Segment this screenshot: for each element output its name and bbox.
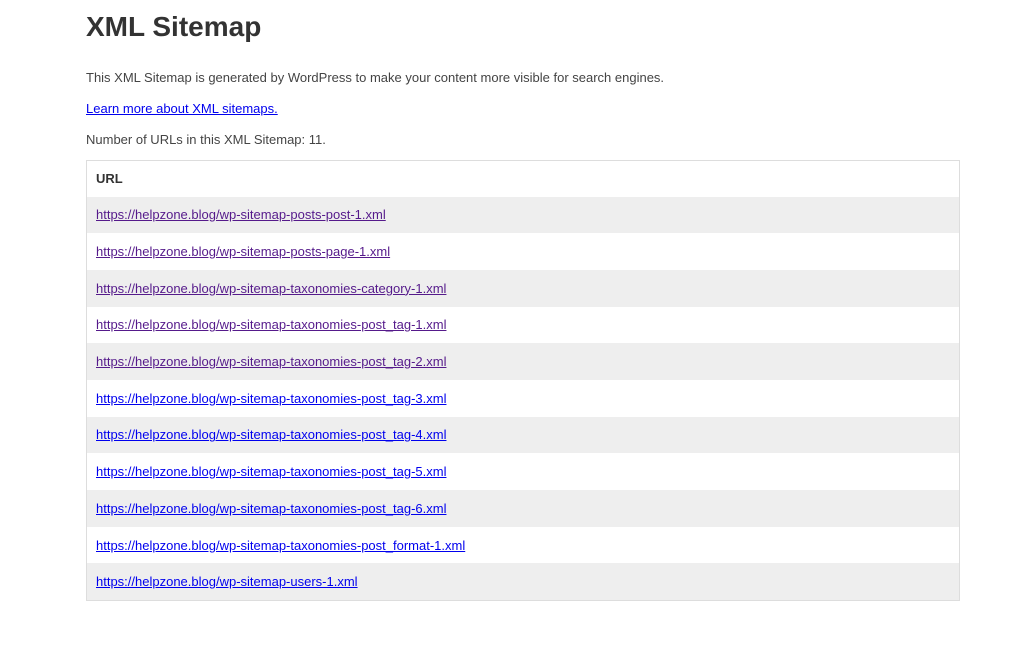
url-cell: https://helpzone.blog/wp-sitemap-users-1… [87,563,960,600]
url-cell: https://helpzone.blog/wp-sitemap-taxonom… [87,417,960,454]
url-cell: https://helpzone.blog/wp-sitemap-taxonom… [87,527,960,564]
sitemap-url-link[interactable]: https://helpzone.blog/wp-sitemap-taxonom… [96,281,446,296]
table-row: https://helpzone.blog/wp-sitemap-taxonom… [86,526,960,564]
table-head: URL [87,161,960,197]
sitemap-url-link[interactable]: https://helpzone.blog/wp-sitemap-taxonom… [96,354,446,369]
url-cell: https://helpzone.blog/wp-sitemap-taxonom… [87,343,960,380]
table-row: https://helpzone.blog/wp-sitemap-taxonom… [86,379,960,417]
table-row: https://helpzone.blog/wp-sitemap-taxonom… [86,269,960,307]
url-column-header: URL [96,171,123,187]
sitemap-url-link[interactable]: https://helpzone.blog/wp-sitemap-users-1… [96,574,358,589]
table-row: https://helpzone.blog/wp-sitemap-taxonom… [86,490,960,527]
table-row: https://helpzone.blog/wp-sitemap-taxonom… [86,453,960,490]
sitemap-url-link[interactable]: https://helpzone.blog/wp-sitemap-taxonom… [96,501,446,516]
url-cell: https://helpzone.blog/wp-sitemap-posts-p… [87,233,960,270]
table-row: https://helpzone.blog/wp-sitemap-taxonom… [86,416,960,454]
table-row: https://helpzone.blog/wp-sitemap-taxonom… [86,343,960,380]
url-cell: https://helpzone.blog/wp-sitemap-posts-p… [87,197,960,234]
sitemap-url-link[interactable]: https://helpzone.blog/wp-sitemap-taxonom… [96,538,465,553]
learn-more-link[interactable]: Learn more about XML sitemaps. [86,101,278,116]
table-row: https://helpzone.blog/wp-sitemap-posts-p… [86,196,960,234]
url-cell: https://helpzone.blog/wp-sitemap-taxonom… [87,380,960,417]
table-body: https://helpzone.blog/wp-sitemap-posts-p… [86,196,960,601]
url-cell: https://helpzone.blog/wp-sitemap-taxonom… [87,490,960,527]
table-row: https://helpzone.blog/wp-sitemap-taxonom… [86,306,960,344]
url-count-text: Number of URLs in this XML Sitemap: 11. [86,132,326,147]
table-header-row: URL [87,161,960,197]
sitemap-container: XML Sitemap This XML Sitemap is generate… [86,0,960,601]
sitemap-url-link[interactable]: https://helpzone.blog/wp-sitemap-taxonom… [96,317,446,332]
table-row: https://helpzone.blog/wp-sitemap-users-1… [86,563,960,601]
sitemap-url-link[interactable]: https://helpzone.blog/wp-sitemap-taxonom… [96,464,446,479]
sitemap-url-link[interactable]: https://helpzone.blog/wp-sitemap-taxonom… [96,427,446,442]
page-title: XML Sitemap [86,11,262,42]
sitemap-table: URL https://helpzone.blog/wp-sitemap-pos… [86,160,960,601]
table-row: https://helpzone.blog/wp-sitemap-posts-p… [86,233,960,270]
sitemap-url-link[interactable]: https://helpzone.blog/wp-sitemap-taxonom… [96,391,446,406]
url-cell: https://helpzone.blog/wp-sitemap-taxonom… [87,453,960,490]
url-cell: https://helpzone.blog/wp-sitemap-taxonom… [87,307,960,344]
learn-more-paragraph: Learn more about XML sitemaps. [86,100,960,118]
sitemap-url-link[interactable]: https://helpzone.blog/wp-sitemap-posts-p… [96,207,386,222]
sitemap-url-link[interactable]: https://helpzone.blog/wp-sitemap-posts-p… [96,244,390,259]
url-cell: https://helpzone.blog/wp-sitemap-taxonom… [87,270,960,307]
sitemap-content: Number of URLs in this XML Sitemap: 11. … [86,131,960,601]
page-description: This XML Sitemap is generated by WordPre… [86,70,665,85]
sitemap-header: XML Sitemap This XML Sitemap is generate… [86,0,960,118]
